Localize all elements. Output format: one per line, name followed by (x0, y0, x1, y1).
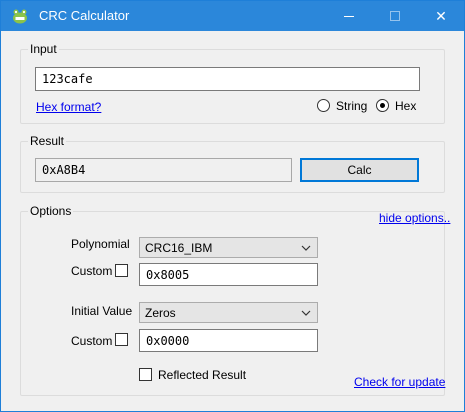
chevron-down-icon (301, 310, 311, 316)
minimize-icon (344, 15, 354, 17)
initial-custom-label: Custom (71, 334, 113, 348)
close-icon: ✕ (435, 7, 447, 24)
polynomial-label: Polynomial (71, 237, 130, 251)
initial-value-select[interactable]: Zeros (139, 302, 318, 323)
minimize-button[interactable] (326, 1, 372, 31)
hex-format-link[interactable]: Hex format? (36, 100, 101, 114)
reflected-result-checkbox[interactable] (139, 368, 152, 381)
hide-options-link[interactable]: hide options.. (379, 211, 450, 225)
input-group-label: Input (28, 42, 59, 56)
string-radio[interactable] (317, 99, 330, 112)
polynomial-custom-label: Custom (71, 264, 113, 278)
maximize-button[interactable] (372, 1, 418, 31)
input-text-field[interactable]: 123cafe (35, 67, 420, 91)
close-button[interactable]: ✕ (418, 1, 464, 31)
hex-radio[interactable] (376, 99, 389, 112)
maximize-icon (390, 11, 400, 21)
crc-calculator-window: CRC Calculator ✕ Input 123cafe Hex forma… (0, 0, 465, 412)
result-group-label: Result (28, 134, 67, 148)
polynomial-selected-value: CRC16_IBM (145, 240, 213, 255)
title-bar[interactable]: CRC Calculator ✕ (1, 1, 464, 31)
polynomial-custom-field[interactable]: 0x8005 (139, 263, 318, 286)
result-field[interactable]: 0xA8B4 (35, 158, 292, 182)
window-title: CRC Calculator (39, 8, 130, 23)
chevron-down-icon (301, 245, 311, 251)
initial-custom-checkbox[interactable] (115, 333, 128, 346)
options-group-label: Options (28, 204, 74, 218)
hex-radio-label[interactable]: Hex (395, 99, 416, 113)
calc-button[interactable]: Calc (300, 158, 419, 182)
check-for-update-link[interactable]: Check for update (354, 375, 445, 389)
reflected-result-label[interactable]: Reflected Result (158, 368, 246, 382)
initial-value-label: Initial Value (71, 304, 133, 318)
polynomial-custom-checkbox[interactable] (115, 264, 128, 277)
polynomial-select[interactable]: CRC16_IBM (139, 237, 318, 258)
initial-custom-field[interactable]: 0x0000 (139, 329, 318, 352)
string-radio-label[interactable]: String (336, 99, 367, 113)
initial-value-selected: Zeros (145, 305, 176, 320)
app-icon (13, 9, 27, 24)
